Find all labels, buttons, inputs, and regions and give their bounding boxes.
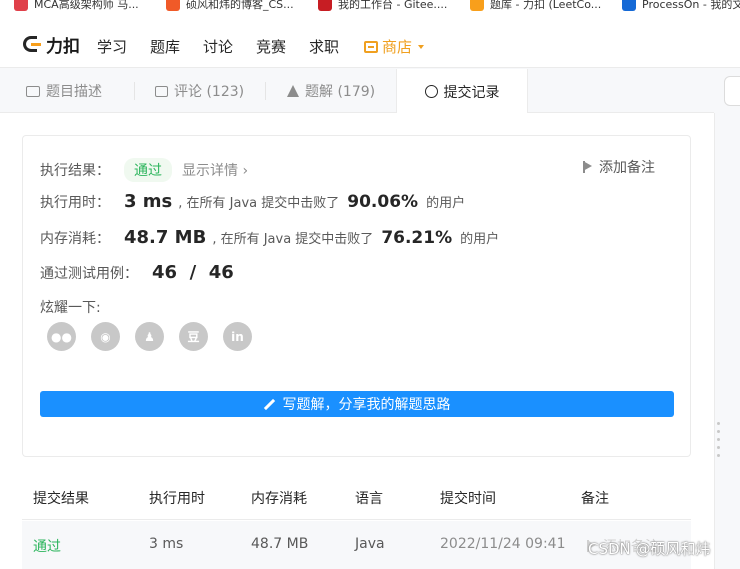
- wechat-icon[interactable]: ●●: [47, 322, 76, 351]
- clock-icon: [424, 85, 438, 98]
- problem-tabs: 题目描述 评论 (123) 题解 (179) 提交记录: [0, 69, 714, 114]
- nav-jobs[interactable]: 求职: [309, 36, 339, 57]
- nav-learn[interactable]: 学习: [97, 36, 127, 57]
- tab-divider: [134, 82, 135, 100]
- top-navigation: 力扣 学习 题库 讨论 竞赛 求职 商店: [0, 12, 740, 68]
- search-button[interactable]: [724, 76, 740, 106]
- flask-icon: [287, 85, 299, 97]
- bookmarks-bar: MCA高级架构师 马... 硕风和炜的博客_CS... 我的工作台 - Gite…: [0, 0, 740, 12]
- result-row: 执行结果： 通过 显示详情 ›: [40, 158, 248, 182]
- bookmark-gitee[interactable]: 我的工作台 - Gitee....: [318, 0, 447, 12]
- tab-solutions[interactable]: 题解 (179): [287, 69, 375, 113]
- memory-value: 48.7 MB: [124, 227, 207, 248]
- header-memory: 内存消耗: [251, 491, 307, 507]
- qq-icon[interactable]: ♟: [135, 322, 164, 351]
- weibo-icon[interactable]: ◉: [91, 322, 120, 351]
- leetcode-logo-icon: [22, 34, 42, 56]
- memory-percentile: 76.21%: [381, 228, 453, 248]
- chevron-down-icon: [418, 44, 425, 49]
- right-panel-edge: [714, 113, 740, 569]
- row-memory: 48.7 MB: [251, 536, 309, 552]
- linkedin-icon[interactable]: in: [223, 322, 252, 351]
- row-result[interactable]: 通过: [33, 536, 61, 556]
- bookmark-favicon: [622, 0, 636, 11]
- memory-row: 内存消耗： 48.7 MB , 在所有 Java 提交中击败了 76.21% 的…: [40, 227, 500, 248]
- drag-handle-icon[interactable]: [717, 422, 721, 462]
- tab-description[interactable]: 题目描述: [26, 69, 102, 113]
- comment-icon: [155, 85, 168, 97]
- bookmark-favicon: [318, 0, 332, 11]
- share-icons: ●● ◉ ♟ 豆 in: [47, 322, 252, 351]
- douban-icon[interactable]: 豆: [179, 322, 208, 351]
- flag-icon: [583, 161, 593, 173]
- row-runtime: 3 ms: [149, 536, 184, 552]
- testcases-row: 通过测试用例： 46 / 46: [40, 262, 234, 283]
- header-note: 备注: [581, 491, 609, 507]
- watermark: CSDN @硕风和炜: [588, 540, 711, 558]
- bookmark-favicon: [166, 0, 180, 11]
- header-runtime: 执行用时: [149, 491, 205, 507]
- bookmark-favicon: [14, 0, 28, 11]
- nav-discuss[interactable]: 讨论: [203, 36, 233, 57]
- add-note-button[interactable]: 添加备注: [583, 157, 655, 177]
- tab-submissions[interactable]: 提交记录: [396, 69, 528, 114]
- row-language: Java: [355, 536, 385, 552]
- leetcode-logo[interactable]: 力扣: [22, 32, 80, 57]
- status-badge: 通过: [124, 158, 172, 182]
- header-language: 语言: [355, 491, 383, 507]
- bookmark-mca[interactable]: MCA高级架构师 马...: [14, 0, 139, 12]
- tab-comments[interactable]: 评论 (123): [155, 69, 244, 113]
- share-label: 炫耀一下:: [40, 300, 101, 316]
- testcases-value: 46 / 46: [152, 262, 234, 283]
- bookmark-processon[interactable]: ProcessOn - 我的文: [622, 0, 740, 12]
- runtime-row: 执行用时： 3 ms , 在所有 Java 提交中击败了 90.06% 的用户: [40, 191, 466, 212]
- tab-divider: [265, 82, 266, 100]
- runtime-value: 3 ms: [124, 191, 173, 212]
- bookmark-favicon: [470, 0, 484, 11]
- table-header: 提交结果 执行用时 内存消耗 语言 提交时间 备注: [22, 473, 691, 520]
- header-result: 提交结果: [33, 491, 89, 507]
- nav-problemset[interactable]: 题库: [150, 36, 180, 57]
- description-icon: [26, 85, 40, 97]
- submission-result-card: 执行结果： 通过 显示详情 › 添加备注 执行用时： 3 ms , 在所有 Ja…: [22, 135, 691, 457]
- write-solution-button[interactable]: 写题解，分享我的解题思路: [40, 391, 674, 417]
- pencil-icon: [264, 399, 275, 410]
- runtime-percentile: 90.06%: [347, 192, 419, 212]
- bookmark-csdn[interactable]: 硕风和炜的博客_CS...: [166, 0, 294, 12]
- row-time: 2022/11/24 09:41: [440, 536, 566, 552]
- nav-store[interactable]: 商店: [364, 36, 425, 57]
- header-time: 提交时间: [440, 491, 496, 507]
- store-icon: [364, 40, 378, 53]
- nav-contest[interactable]: 竞赛: [256, 36, 286, 57]
- show-details-link[interactable]: 显示详情 ›: [182, 160, 248, 180]
- bookmark-leetcode[interactable]: 题库 - 力扣 (LeetCo...: [470, 0, 601, 12]
- submission-panel: 执行结果： 通过 显示详情 › 添加备注 执行用时： 3 ms , 在所有 Ja…: [0, 113, 714, 569]
